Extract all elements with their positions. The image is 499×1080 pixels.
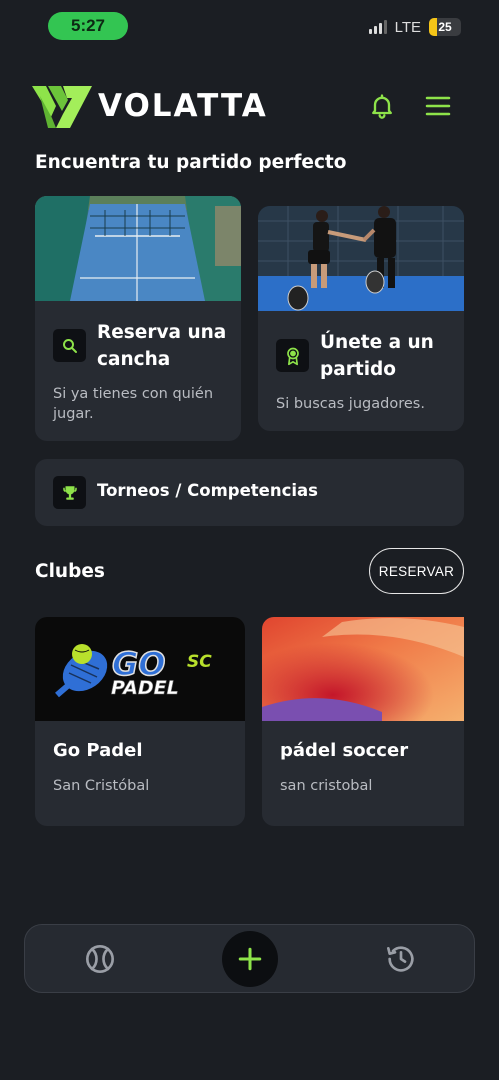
volatta-logo-icon [32,84,92,132]
hamburger-menu-icon[interactable] [424,94,452,122]
club-location: san cristobal [280,778,373,794]
reserve-court-subtitle: Si ya tienes con quién jugar. [53,384,213,424]
club-name: pádel soccer [280,740,409,761]
go-padel-logo: GO PADEL SC [35,617,245,721]
reserve-court-title-line2: cancha [97,349,171,370]
history-icon[interactable] [385,943,417,979]
reserve-court-card[interactable]: Reserva una cancha Si ya tienes con quié… [35,196,241,441]
battery-icon: 25 [429,18,461,36]
app-header: VOLATTA [0,80,499,136]
join-match-card[interactable]: Únete a un partido Si buscas jugadores. [258,206,464,431]
signal-icon [368,20,387,34]
medal-icon [286,347,299,365]
reserve-court-title: Reserva una cancha [97,319,226,373]
club-card-go-padel[interactable]: GO PADEL SC Go Padel San Cristóbal [35,617,245,826]
go-padel-logo-padel: PADEL [111,677,179,699]
plus-icon [238,947,262,971]
go-padel-logo-badge: SC [187,652,212,672]
search-icon-box [53,329,86,362]
status-indicators: LTE 25 [368,18,461,36]
medal-icon-box [276,339,309,372]
reserve-court-subtitle-line1: Si ya tienes con quién [53,386,214,402]
reserve-court-title-line1: Reserva una [97,322,227,343]
club-card-padel-soccer[interactable]: pádel soccer san cristobal [262,617,464,826]
padel-soccer-image [262,617,464,721]
join-match-title: Únete a un partido [320,329,434,383]
padel-court-photo [35,196,241,301]
tournaments-label: Torneos / Competencias [97,481,319,500]
bell-icon[interactable] [368,92,396,124]
trophy-icon [62,485,77,500]
search-icon [62,338,77,353]
status-bar: 5:27 LTE 25 [0,0,499,52]
reserve-button[interactable]: RESERVAR [369,548,464,594]
join-match-title-line2: partido [320,359,396,380]
section-title: Encuentra tu partido perfecto [35,152,347,173]
network-label: LTE [394,18,421,36]
players-photo [258,206,464,311]
join-match-title-line1: Únete a un [320,332,434,353]
status-time: 5:27 [48,12,128,40]
tennis-ball-icon[interactable] [84,943,116,979]
battery-level: 25 [438,20,452,34]
join-match-subtitle: Si buscas jugadores. [276,396,425,412]
club-name: Go Padel [53,740,143,761]
club-location: San Cristóbal [53,778,150,794]
trophy-icon-box [53,476,86,509]
brand-name: VOLATTA [98,88,268,124]
add-button[interactable] [222,931,278,987]
bottom-nav [24,924,475,993]
clubs-title: Clubes [35,561,105,582]
tournaments-button[interactable]: Torneos / Competencias [35,459,464,526]
reserve-court-subtitle-line2: jugar. [53,406,94,422]
